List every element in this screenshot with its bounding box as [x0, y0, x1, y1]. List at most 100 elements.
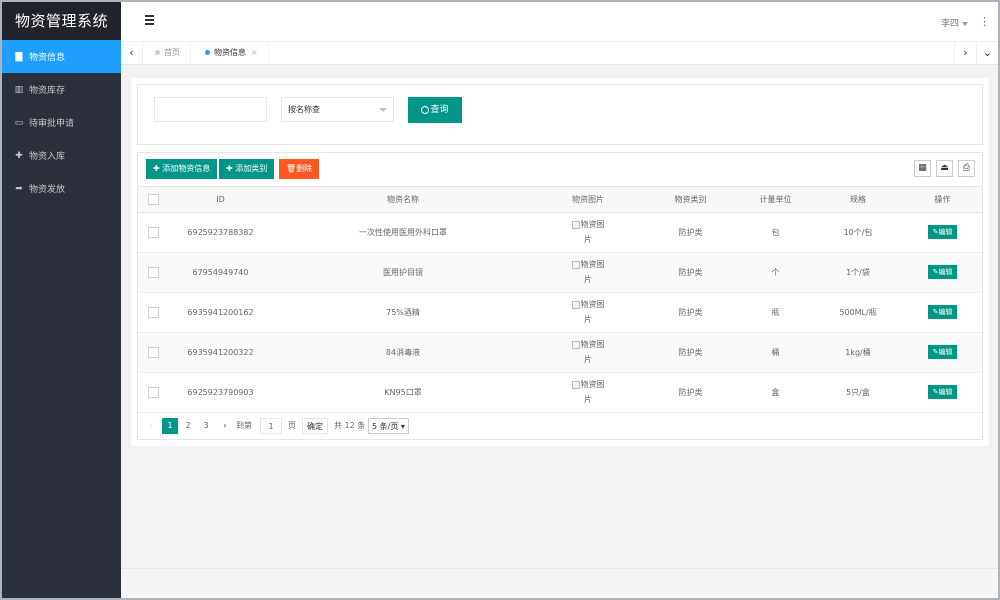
page-unit-label: 页: [288, 421, 296, 430]
page-2-button[interactable]: 2: [180, 418, 196, 434]
cell-unit: 桶: [738, 332, 813, 373]
column-header-unit[interactable]: 计量单位: [738, 187, 813, 213]
table-row: 6935941200322 84消毒液 物资图片 防护类 桶 1kg/桶 ✎编辑: [138, 332, 982, 373]
chevron-left-icon[interactable]: ‹: [121, 42, 143, 65]
menu-toggle-icon[interactable]: [145, 15, 157, 27]
edit-label: 编辑: [938, 348, 953, 356]
cell-spec: 1kg/桶: [813, 332, 903, 373]
export-icon[interactable]: ⏏: [936, 160, 953, 177]
share-icon: ➦: [15, 183, 23, 194]
columns-filter-icon[interactable]: ▦: [914, 160, 931, 177]
chevron-right-icon[interactable]: ›: [954, 42, 976, 65]
cell-unit: 盒: [738, 372, 813, 413]
next-page-icon[interactable]: ›: [218, 418, 232, 434]
delete-button[interactable]: 🗑删除: [279, 159, 320, 179]
trash-icon: 🗑: [286, 164, 297, 173]
page-3-button[interactable]: 3: [198, 418, 214, 434]
sidebar-item-material-info[interactable]: ▇ 物资信息: [2, 40, 121, 73]
pagination: ‹ 1 2 3 › 到第 1 页 确定 共 12 条 5 条/页 ▾: [138, 412, 982, 440]
row-checkbox[interactable]: [147, 346, 159, 358]
tab-material-info[interactable]: 物资信息 ×: [195, 42, 269, 65]
tab-home[interactable]: 首页: [145, 42, 191, 65]
sidebar-item-label: 物资库存: [29, 86, 66, 96]
row-checkbox[interactable]: [147, 266, 159, 278]
edit-button[interactable]: ✎编辑: [927, 265, 958, 279]
sidebar-item-stock-in[interactable]: ✚ 物资入库: [2, 139, 121, 172]
image-alt: 物资图片: [580, 220, 605, 244]
goto-page-input[interactable]: 1: [260, 418, 282, 434]
cell-name: 一次性使用医用外科口罩: [273, 212, 533, 253]
column-header-spec[interactable]: 规格: [813, 187, 903, 213]
column-header-name[interactable]: 物资名称: [273, 187, 533, 213]
cell-id: 6925923790903: [168, 372, 273, 413]
add-category-button[interactable]: ✚ 添加类别: [219, 159, 275, 179]
goto-confirm-button[interactable]: 确定: [302, 418, 328, 434]
checkbox[interactable]: [147, 193, 159, 205]
row-checkbox[interactable]: [147, 386, 159, 398]
image-alt: 物资图片: [580, 260, 605, 284]
cell-unit: 包: [738, 212, 813, 253]
sidebar-item-distribution[interactable]: ➦ 物资发放: [2, 172, 121, 205]
image-alt: 物资图片: [580, 380, 605, 404]
broken-image-icon: 物资图片: [571, 257, 605, 287]
top-header: 李四 ⋮: [121, 2, 998, 42]
page-size-select[interactable]: 5 条/页 ▾: [368, 418, 409, 434]
user-menu[interactable]: 李四: [941, 16, 968, 29]
search-icon: [421, 105, 430, 114]
row-checkbox[interactable]: [147, 306, 159, 318]
add-item-button[interactable]: ✚ 添加物资信息: [146, 159, 218, 179]
chevron-down-icon[interactable]: ⌄: [976, 42, 998, 65]
broken-image-icon: 物资图片: [571, 377, 605, 407]
more-vertical-icon[interactable]: ⋮: [979, 15, 990, 28]
print-icon[interactable]: ⎙: [958, 160, 975, 177]
sidebar-item-material-stock[interactable]: ▥ 物资库存: [2, 73, 121, 106]
edit-label: 编辑: [938, 228, 953, 236]
main-content: 按名称查 查询 ✚ 添加物资信息 ✚ 添加类别 🗑删除 ▦ ⏏ ⎙ ID 物资名…: [131, 78, 989, 446]
search-button[interactable]: 查询: [408, 97, 462, 123]
chevron-down-icon: [379, 108, 387, 112]
edit-button[interactable]: ✎编辑: [927, 225, 958, 239]
cell-name: 84消毒液: [273, 332, 533, 373]
tab-dot-icon: [155, 50, 160, 55]
column-header-id[interactable]: ID: [168, 187, 273, 213]
cell-unit: 瓶: [738, 292, 813, 333]
goto-label: 到第: [236, 421, 252, 430]
footer: [121, 568, 998, 598]
cell-spec: 10个/包: [813, 212, 903, 253]
row-checkbox[interactable]: [147, 226, 159, 238]
cell-unit: 个: [738, 252, 813, 293]
prev-page-icon[interactable]: ‹: [144, 418, 158, 434]
column-header-category[interactable]: 物资类别: [643, 187, 738, 213]
search-mode-select[interactable]: 按名称查: [281, 97, 394, 122]
table-row: 67954949740 医用护目镜 物资图片 防护类 个 1个/袋 ✎编辑: [138, 252, 982, 293]
close-icon[interactable]: ×: [251, 48, 258, 57]
sidebar-item-label: 物资信息: [29, 53, 66, 63]
sidebar-item-pending-approval[interactable]: ▭ 待审批申请: [2, 106, 121, 139]
plus-icon: ✚: [226, 164, 236, 173]
table-toolbar: ✚ 添加物资信息 ✚ 添加类别 🗑删除 ▦ ⏏ ⎙: [138, 153, 982, 187]
select-all-checkbox[interactable]: [138, 187, 168, 213]
cell-id: 67954949740: [168, 252, 273, 293]
edit-button[interactable]: ✎编辑: [927, 305, 958, 319]
edit-label: 编辑: [938, 388, 953, 396]
edit-button[interactable]: ✎编辑: [927, 345, 958, 359]
cell-spec: 1个/袋: [813, 252, 903, 293]
search-input[interactable]: [154, 97, 267, 122]
edit-button[interactable]: ✎编辑: [927, 385, 958, 399]
image-alt: 物资图片: [580, 340, 605, 364]
table-panel: ✚ 添加物资信息 ✚ 添加类别 🗑删除 ▦ ⏏ ⎙ ID 物资名称 物资图片 物…: [137, 152, 983, 440]
user-name: 李四: [940, 19, 959, 29]
cell-category: 防护类: [643, 252, 738, 293]
page-1-button[interactable]: 1: [162, 418, 178, 434]
plus-icon: ✚: [15, 150, 23, 161]
total-count: 共 12 条: [334, 421, 366, 430]
column-header-image[interactable]: 物资图片: [533, 187, 643, 213]
app-title: 物资管理系统: [2, 2, 121, 40]
cell-category: 防护类: [643, 332, 738, 373]
add-category-label: 添加类别: [235, 164, 268, 173]
book-icon: ▇: [15, 51, 23, 62]
search-button-label: 查询: [430, 105, 449, 115]
table-header-row: ID 物资名称 物资图片 物资类别 计量单位 规格 操作: [138, 187, 982, 213]
edit-label: 编辑: [938, 268, 953, 276]
cell-name: 75%酒精: [273, 292, 533, 333]
